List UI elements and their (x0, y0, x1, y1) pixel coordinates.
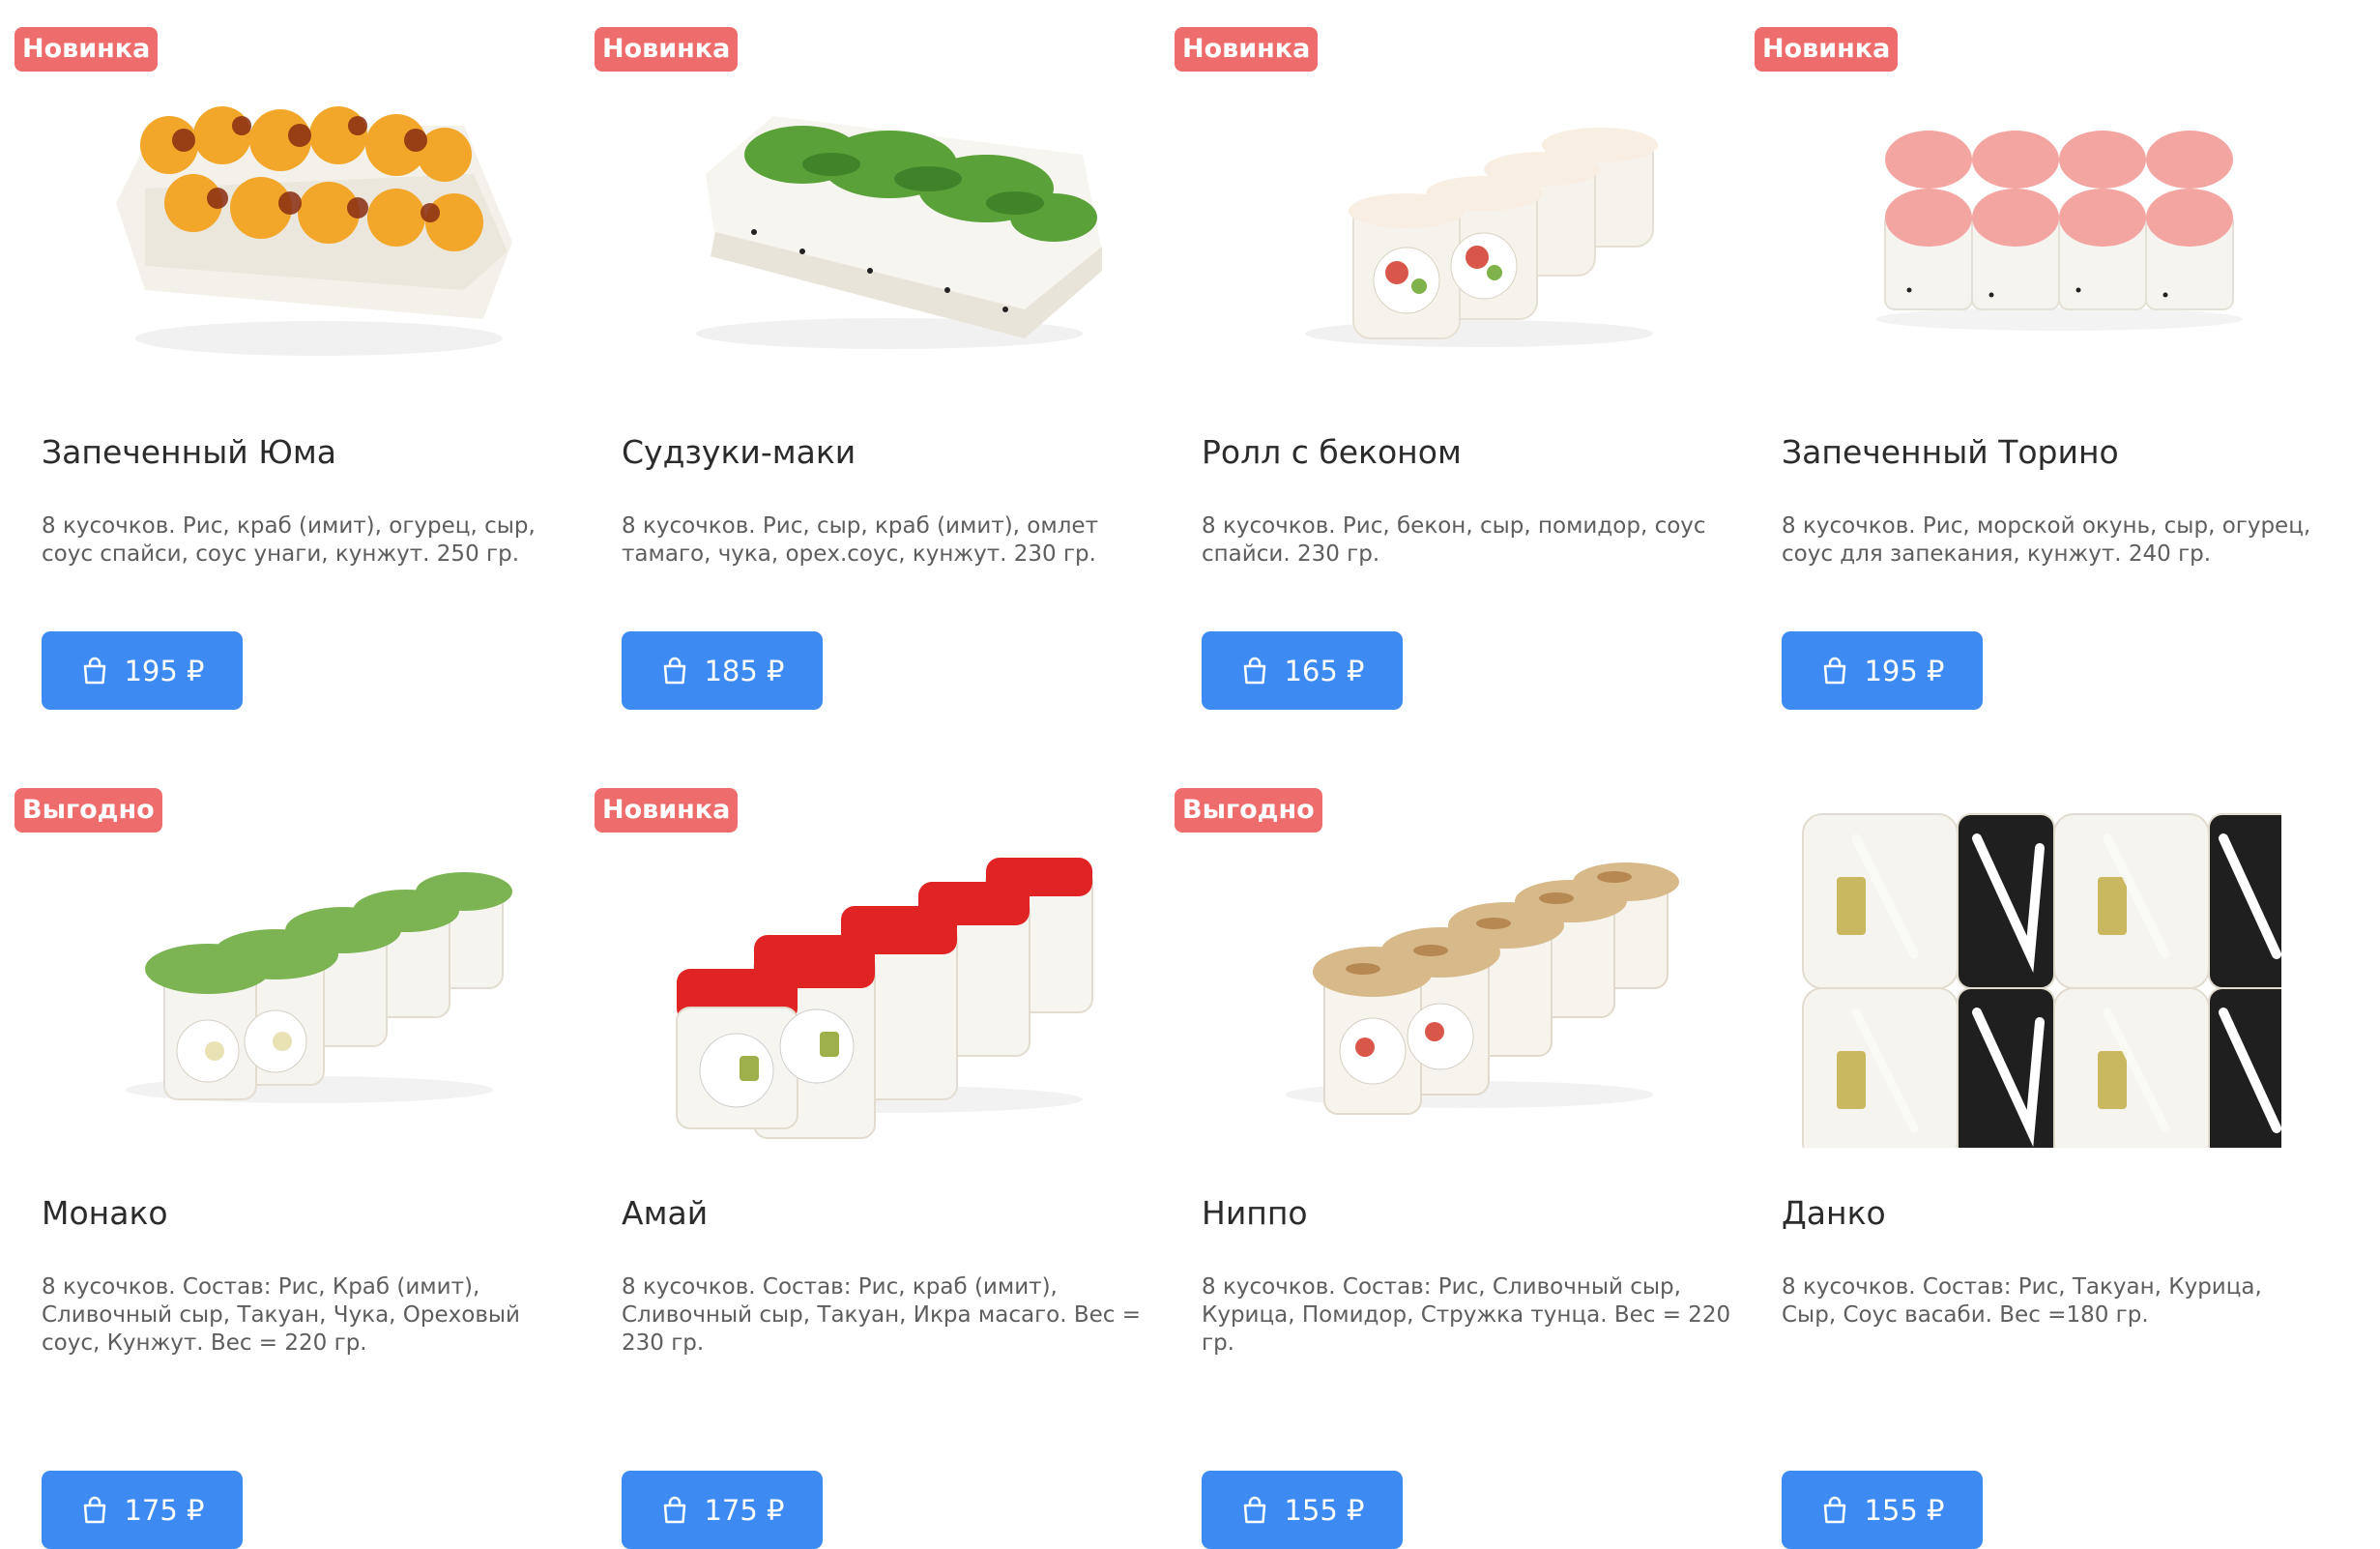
product-grid: Новинка Запеченный Юма 8 кусочков. Рис, … (0, 0, 2380, 1549)
product-description: 8 кусочков. Рис, морской окунь, сыр, огу… (1782, 513, 2311, 567)
shopping-bag-icon (84, 1496, 106, 1523)
product-name[interactable]: Данко (1782, 1194, 1886, 1232)
new-badge: Новинка (1175, 27, 1319, 72)
add-to-cart-button[interactable]: 175 ₽ (42, 1471, 243, 1549)
price-label: 155 ₽ (1864, 1493, 1945, 1527)
add-to-cart-button[interactable]: 165 ₽ (1202, 631, 1403, 710)
deal-badge: Выгодно (15, 788, 162, 833)
price-label: 175 ₽ (124, 1493, 205, 1527)
price-label: 195 ₽ (1864, 654, 1945, 687)
product-name[interactable]: Ниппо (1202, 1194, 1308, 1232)
product-description: 8 кусочков. Рис, краб (имит), огурец, сы… (42, 513, 536, 567)
product-description: 8 кусочков. Состав: Рис, Краб (имит), Сл… (42, 1274, 520, 1356)
add-to-cart-button[interactable]: 185 ₽ (622, 631, 823, 710)
price-label: 185 ₽ (704, 654, 785, 687)
shopping-bag-icon (1824, 1496, 1846, 1523)
shopping-bag-icon (1244, 1496, 1266, 1523)
price-label: 195 ₽ (124, 654, 205, 687)
price-label: 165 ₽ (1284, 654, 1365, 687)
add-to-cart-button[interactable]: 155 ₽ (1782, 1471, 1983, 1549)
new-badge: Новинка (595, 788, 739, 833)
new-badge: Новинка (1755, 27, 1899, 72)
add-to-cart-button[interactable]: 195 ₽ (42, 631, 243, 710)
product-name[interactable]: Амай (622, 1194, 708, 1232)
new-badge: Новинка (595, 27, 739, 72)
product-image[interactable] (1740, 761, 2281, 1148)
price-label: 175 ₽ (704, 1493, 785, 1527)
shopping-bag-icon (1244, 657, 1266, 684)
product-description: 8 кусочков. Рис, бекон, сыр, помидор, со… (1202, 513, 1706, 567)
deal-badge: Выгодно (1175, 788, 1322, 833)
product-description: 8 кусочков. Состав: Рис, краб (имит), Сл… (622, 1274, 1142, 1356)
shopping-bag-icon (664, 657, 686, 684)
new-badge: Новинка (15, 27, 159, 72)
shopping-bag-icon (664, 1496, 686, 1523)
add-to-cart-button[interactable]: 175 ₽ (622, 1471, 823, 1549)
shopping-bag-icon (84, 657, 106, 684)
product-description: 8 кусочков. Состав: Рис, Такуан, Курица,… (1782, 1274, 2262, 1328)
product-name[interactable]: Судзуки-маки (622, 433, 856, 471)
price-label: 155 ₽ (1284, 1493, 1365, 1527)
product-name[interactable]: Запеченный Юма (42, 433, 336, 471)
shopping-bag-icon (1824, 657, 1846, 684)
add-to-cart-button[interactable]: 195 ₽ (1782, 631, 1983, 710)
product-name[interactable]: Запеченный Торино (1782, 433, 2119, 471)
product-description: 8 кусочков. Рис, сыр, краб (имит), омлет… (622, 513, 1098, 567)
product-description: 8 кусочков. Состав: Рис, Сливочный сыр, … (1202, 1274, 1731, 1356)
product-name[interactable]: Монако (42, 1194, 168, 1232)
add-to-cart-button[interactable]: 155 ₽ (1202, 1471, 1403, 1549)
product-name[interactable]: Ролл с беконом (1202, 433, 1462, 471)
